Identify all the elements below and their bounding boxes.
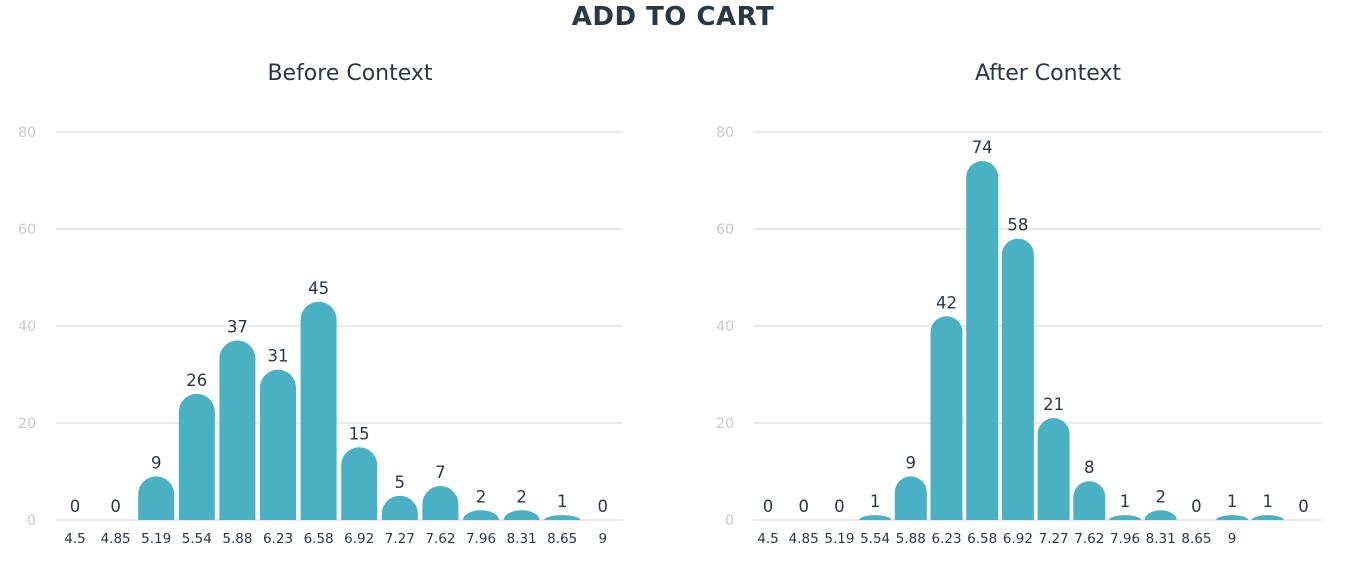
- y-tick-label: 60: [18, 222, 36, 238]
- y-tick-label: 40: [18, 319, 36, 335]
- bar: [1037, 418, 1070, 520]
- x-tick-label: 4.85: [101, 531, 131, 547]
- y-tick-label: 60: [716, 222, 734, 238]
- y-tick-label: 0: [27, 513, 36, 529]
- bar: [1073, 481, 1106, 520]
- data-label: 1: [1120, 492, 1131, 511]
- data-label: 0: [110, 497, 121, 516]
- data-label: 0: [834, 497, 845, 516]
- data-label: 1: [1227, 492, 1238, 511]
- data-label: 31: [268, 347, 289, 366]
- bar: [503, 510, 540, 520]
- y-tick-label: 20: [716, 416, 734, 432]
- data-label: 26: [186, 371, 207, 390]
- x-tick-label: 7.62: [425, 531, 455, 547]
- x-tick-label: 5.19: [141, 531, 171, 547]
- data-label: 1: [557, 492, 568, 511]
- x-tick-label: 5.19: [824, 531, 854, 547]
- bar: [859, 515, 892, 520]
- x-tick-label: 4.85: [789, 531, 819, 547]
- bar: [1001, 238, 1034, 520]
- x-tick-label: 6.58: [967, 531, 997, 547]
- data-label: 0: [1191, 497, 1202, 516]
- data-label: 0: [798, 497, 809, 516]
- data-label: 42: [936, 293, 957, 312]
- data-label: 9: [151, 453, 162, 472]
- data-label: 58: [1007, 216, 1028, 235]
- x-tick-label: 9: [1228, 531, 1237, 547]
- data-label: 21: [1043, 395, 1064, 414]
- x-tick-label: 8.31: [1146, 531, 1176, 547]
- bar: [138, 476, 175, 520]
- bar: [178, 393, 215, 520]
- x-tick-label: 4.5: [64, 531, 85, 547]
- chart-title: After Context: [975, 61, 1121, 86]
- bar: [381, 495, 418, 520]
- bar: [422, 486, 459, 520]
- bar: [966, 161, 999, 520]
- x-tick-label: 6.23: [263, 531, 293, 547]
- data-label: 0: [598, 497, 609, 516]
- chart-title: Before Context: [267, 61, 432, 86]
- bar: [894, 476, 927, 520]
- x-tick-label: 8.31: [507, 531, 537, 547]
- charts-canvas: Before Context 02040608004.504.8595.1926…: [18, 61, 1322, 547]
- data-label: 37: [227, 318, 248, 337]
- bar: [1109, 515, 1141, 520]
- y-tick-label: 0: [725, 513, 734, 529]
- y-tick-label: 80: [716, 125, 734, 141]
- data-label: 1: [870, 492, 881, 511]
- bar: [260, 369, 296, 520]
- data-label: 2: [476, 487, 487, 506]
- data-label: 45: [308, 279, 329, 298]
- x-tick-label: 5.54: [182, 531, 212, 547]
- x-tick-label: 8.65: [547, 531, 577, 547]
- data-label: 15: [349, 424, 370, 443]
- bar: [463, 510, 499, 520]
- x-tick-label: 7.27: [385, 531, 415, 547]
- data-label: 0: [1298, 497, 1309, 516]
- data-label: 2: [1155, 487, 1166, 506]
- x-tick-label: 7.27: [1039, 531, 1069, 547]
- data-label: 5: [395, 473, 406, 492]
- x-tick-label: 7.62: [1074, 531, 1104, 547]
- data-label: 2: [516, 487, 527, 506]
- bar: [544, 515, 581, 520]
- bar: [341, 447, 378, 520]
- x-tick-label: 5.88: [896, 531, 926, 547]
- x-tick-label: 6.23: [931, 531, 961, 547]
- data-label: 74: [972, 138, 993, 157]
- y-tick-label: 40: [716, 319, 734, 335]
- bar: [1251, 515, 1284, 520]
- y-tick-label: 20: [18, 416, 36, 432]
- data-label: 7: [435, 463, 446, 482]
- data-label: 1: [1263, 492, 1274, 511]
- bar: [300, 301, 337, 520]
- data-label: 8: [1084, 458, 1095, 477]
- x-tick-label: 9: [599, 531, 608, 547]
- x-tick-label: 4.5: [757, 531, 778, 547]
- x-tick-label: 5.54: [860, 531, 890, 547]
- bar: [1144, 510, 1177, 520]
- x-tick-label: 6.58: [304, 531, 334, 547]
- x-tick-label: 6.92: [1003, 531, 1033, 547]
- data-label: 9: [906, 453, 917, 472]
- x-tick-label: 6.92: [344, 531, 374, 547]
- chart-after-context: After Context 02040608004.504.8505.1915.…: [716, 61, 1322, 547]
- y-tick-label: 80: [18, 125, 36, 141]
- x-tick-label: 5.88: [222, 531, 252, 547]
- data-label: 0: [763, 497, 774, 516]
- bar: [930, 316, 963, 520]
- x-tick-label: 8.65: [1181, 531, 1211, 547]
- x-tick-label: 7.96: [1110, 531, 1140, 547]
- x-tick-label: 7.96: [466, 531, 496, 547]
- data-label: 0: [70, 497, 81, 516]
- bar: [219, 340, 256, 520]
- chart-before-context: Before Context 02040608004.504.8595.1926…: [18, 61, 623, 547]
- bar: [1216, 515, 1249, 520]
